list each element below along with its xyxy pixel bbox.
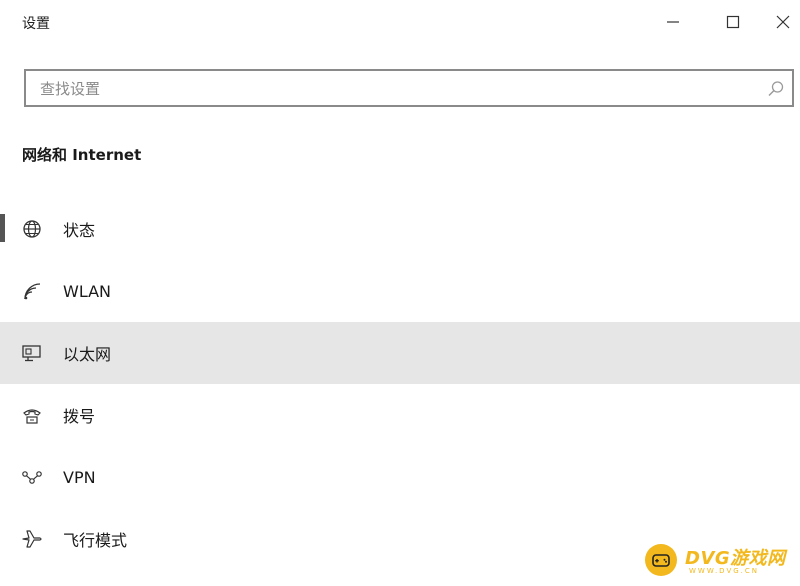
vpn-icon xyxy=(20,465,44,489)
nav-item-label: 以太网 xyxy=(63,345,112,364)
nav-item-vpn[interactable]: VPN xyxy=(0,446,800,508)
airplane-icon xyxy=(20,527,44,551)
nav-item-dialup[interactable]: 拨号 xyxy=(0,384,800,446)
selection-indicator xyxy=(0,214,5,242)
ethernet-monitor-icon xyxy=(20,341,44,365)
dialup-phone-icon xyxy=(20,403,44,427)
globe-icon xyxy=(20,217,44,241)
gamepad-icon xyxy=(645,544,677,576)
nav-item-label: 飞行模式 xyxy=(63,531,128,550)
nav-item-status[interactable]: 状态 xyxy=(0,198,800,260)
wifi-icon xyxy=(20,279,44,303)
nav-item-label: VPN xyxy=(63,467,96,487)
close-button[interactable] xyxy=(760,4,800,40)
search-input[interactable] xyxy=(38,71,762,107)
window-title: 设置 xyxy=(22,16,50,32)
search-box xyxy=(24,69,794,107)
minimize-icon xyxy=(667,21,679,23)
nav-item-wlan[interactable]: WLAN xyxy=(0,260,800,322)
search-icon[interactable] xyxy=(766,79,786,99)
maximize-icon xyxy=(726,15,740,29)
nav-item-label: 拨号 xyxy=(63,407,96,426)
minimize-button[interactable] xyxy=(650,4,696,40)
watermark-subtext: WWW.DVG.CN xyxy=(689,567,760,575)
settings-window: 设置 网络和 Internet xyxy=(0,0,800,586)
nav-item-label: WLAN xyxy=(63,281,112,301)
maximize-button[interactable] xyxy=(710,4,756,40)
title-bar: 设置 xyxy=(0,0,800,46)
close-icon xyxy=(776,15,790,29)
watermark: DVG游戏网 WWW.DVG.CN xyxy=(645,540,795,580)
settings-nav: 状态 WLAN 以太网 拨号 VPN 飞行模式 xyxy=(0,198,800,570)
section-title: 网络和 Internet xyxy=(22,146,142,164)
nav-item-ethernet[interactable]: 以太网 xyxy=(0,322,800,384)
nav-item-label: 状态 xyxy=(63,221,96,240)
